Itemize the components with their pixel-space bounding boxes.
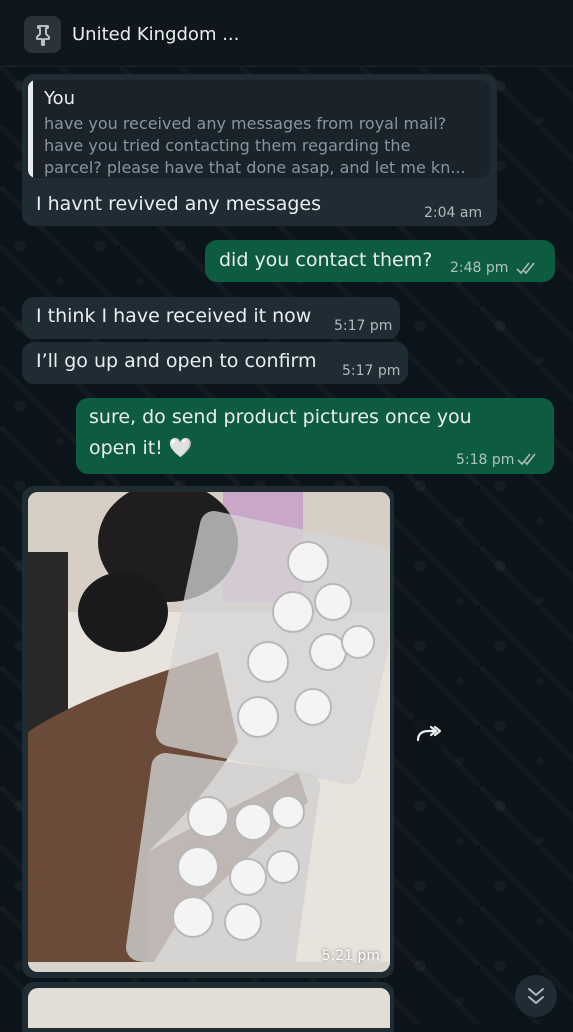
quote-text-line: have you received any messages from roya… — [44, 114, 447, 133]
quote-text-line: parcel? please have that done asap, and … — [44, 158, 466, 177]
message-time: 5:21 pm — [321, 948, 380, 964]
message-text: I havnt revived any messages — [36, 193, 321, 215]
pinned-message-button[interactable] — [24, 16, 61, 53]
message-time: 5:17 pm — [342, 363, 401, 379]
message-text: I think I have received it now — [36, 305, 312, 327]
message-time: 2:04 am — [424, 205, 483, 221]
forward-icon — [416, 725, 441, 742]
message-time: 2:48 pm — [450, 260, 509, 276]
quote-indicator — [28, 80, 33, 178]
message-time: 5:18 pm — [456, 452, 515, 468]
quoted-message[interactable]: You have you received any messages from … — [28, 80, 490, 178]
chat-header: United Kingdom ... — [0, 0, 573, 67]
pinned-message-title[interactable]: United Kingdom ... — [72, 24, 239, 45]
read-receipt-icon — [516, 262, 535, 275]
double-chevron-down-icon — [528, 988, 544, 1004]
read-receipt-icon — [517, 453, 536, 466]
message-time: 5:17 pm — [334, 318, 393, 334]
scroll-to-bottom-button[interactable] — [515, 975, 557, 1017]
quote-text-line: have you tried contacting them regarding… — [44, 136, 411, 155]
message-text: did you contact them? — [219, 249, 433, 271]
image-message-photo[interactable]: 5:21 pm — [28, 492, 390, 972]
message-text-line: open it! 🤍 — [89, 437, 193, 459]
forward-button[interactable] — [406, 713, 448, 755]
photo-content — [28, 492, 390, 972]
pin-icon — [36, 25, 50, 46]
message-text-line: sure, do send product pictures once you — [89, 406, 472, 428]
quote-author: You — [44, 88, 76, 109]
image-message-photo[interactable] — [28, 988, 390, 1028]
message-text: I’ll go up and open to confirm — [36, 350, 317, 372]
